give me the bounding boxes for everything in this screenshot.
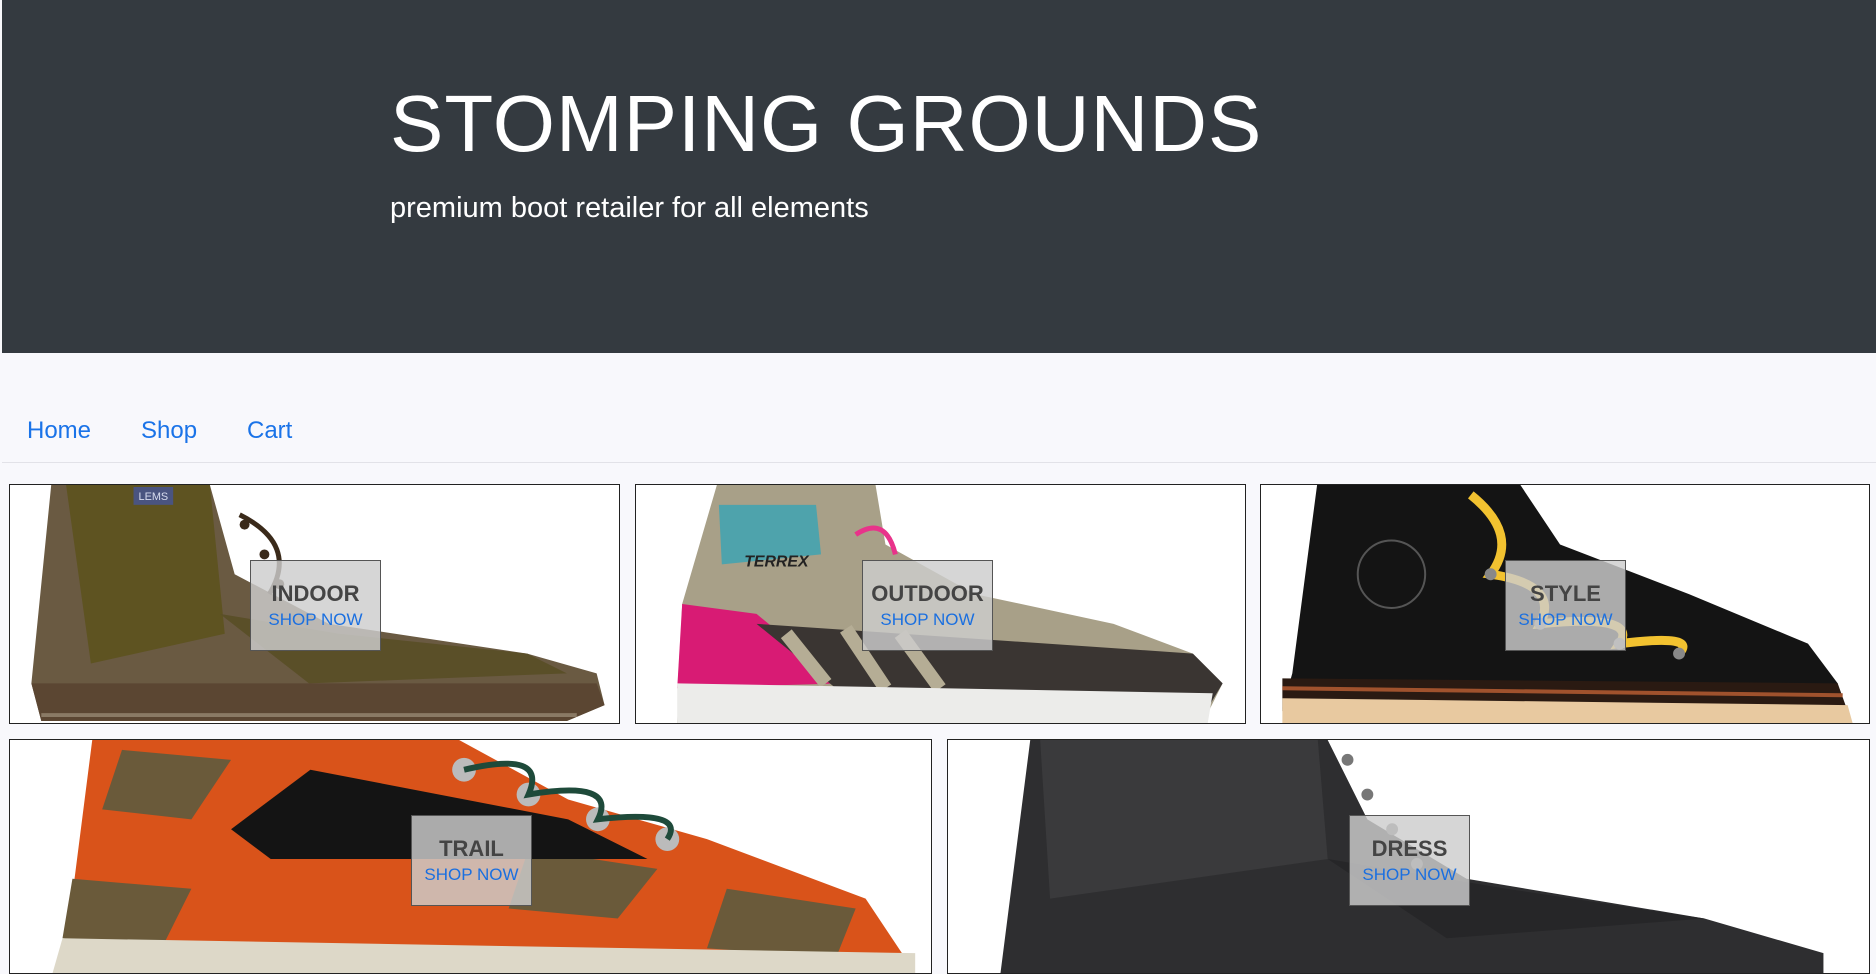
shop-now-link[interactable]: SHOP NOW [412, 865, 531, 885]
shop-now-link[interactable]: SHOP NOW [251, 610, 380, 630]
nav-cart-link[interactable]: Cart [247, 417, 292, 445]
category-card-style: STYLE SHOP NOW [1505, 560, 1626, 651]
site-tagline: premium boot retailer for all elements [390, 192, 869, 224]
category-tile-style[interactable]: STYLE SHOP NOW [1260, 484, 1870, 724]
category-title: DRESS [1371, 836, 1448, 861]
hero-banner: STOMPING GROUNDS premium boot retailer f… [2, 0, 1876, 353]
category-title: TRAIL [439, 836, 504, 861]
category-card-dress: DRESS SHOP NOW [1349, 815, 1470, 906]
category-tile-trail[interactable]: TRAIL SHOP NOW [9, 739, 932, 974]
nav-shop-link[interactable]: Shop [141, 417, 197, 445]
category-tile-outdoor[interactable]: TERREX OUTDOOR SHOP NOW [635, 484, 1246, 724]
category-card-outdoor: OUTDOOR SHOP NOW [862, 560, 993, 651]
category-tile-indoor[interactable]: LEMS INDOOR SHOP NOW [9, 484, 620, 724]
shop-now-link[interactable]: SHOP NOW [1506, 610, 1625, 630]
category-title: INDOOR [271, 581, 360, 606]
category-card-trail: TRAIL SHOP NOW [411, 815, 532, 906]
category-title: STYLE [1530, 581, 1601, 606]
shop-now-link[interactable]: SHOP NOW [863, 610, 992, 630]
site-title: STOMPING GROUNDS [390, 79, 1263, 168]
svg-text:TERREX: TERREX [744, 553, 810, 570]
category-card-indoor: INDOOR SHOP NOW [250, 560, 381, 651]
main-nav: Home Shop Cart [2, 353, 1876, 463]
shop-now-link[interactable]: SHOP NOW [1350, 865, 1469, 885]
nav-home-link[interactable]: Home [27, 417, 91, 445]
category-tile-dress[interactable]: DRESS SHOP NOW [947, 739, 1870, 974]
svg-text:LEMS: LEMS [139, 491, 169, 503]
category-title: OUTDOOR [871, 581, 984, 606]
